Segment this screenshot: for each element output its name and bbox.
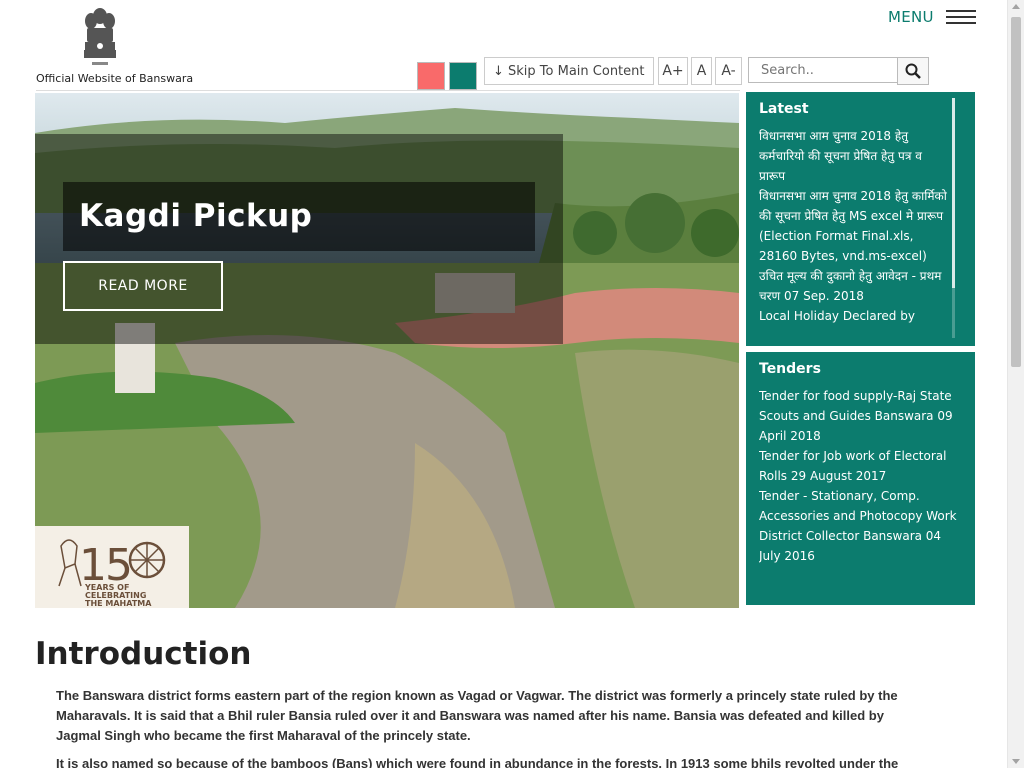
page-scrollbar[interactable] — [1007, 0, 1024, 768]
hamburger-icon — [945, 8, 976, 26]
tender-item[interactable]: Tender - Stationary, Comp. Accessories a… — [759, 486, 964, 566]
svg-text:THE MAHATMA: THE MAHATMA — [85, 599, 152, 608]
introduction-heading: Introduction — [35, 636, 252, 672]
search-input[interactable] — [748, 57, 898, 83]
latest-panel: Latest विधानसभा आम चुनाव 2018 हेतु कर्मच… — [746, 92, 975, 346]
menu-button[interactable]: MENU — [888, 8, 976, 26]
skip-to-main-content-button[interactable]: ↓ Skip To Main Content — [484, 57, 654, 85]
introduction-paragraph: It is also named so because of the bambo… — [56, 756, 899, 768]
theme-teal-swatch[interactable] — [449, 62, 477, 90]
search-icon — [905, 63, 921, 79]
tenders-list: Tender for food supply-Raj State Scouts … — [759, 386, 964, 566]
font-normal-button[interactable]: A — [691, 57, 712, 85]
search-button[interactable] — [897, 57, 929, 85]
header-divider — [36, 90, 740, 91]
tender-item[interactable]: Tender for Job work of Electoral Rolls 2… — [759, 446, 964, 486]
latest-item[interactable]: Local Holiday Declared by — [759, 306, 949, 326]
site-name: Official Website of Banswara — [36, 72, 194, 85]
tenders-heading: Tenders — [759, 361, 821, 377]
latest-item[interactable]: उचित मूल्य की दुकानो हेतु आवेदन - प्रथम … — [759, 266, 949, 306]
gandhi-150-badge[interactable]: 1 5 YEARS OF CELEBRATING THE MAHATMA — [35, 526, 189, 608]
scrollbar-thumb[interactable] — [1011, 17, 1021, 367]
hero-slider[interactable]: Kagdi Pickup READ MORE 1 5 YEARS OF CELE… — [35, 93, 739, 608]
introduction-paragraph: The Banswara district forms eastern part… — [56, 688, 898, 743]
latest-item[interactable]: विधानसभा आम चुनाव 2018 हेतु कार्मिको की … — [759, 186, 949, 266]
scroll-down-icon[interactable] — [1012, 759, 1020, 764]
tenders-panel: Tenders Tender for food supply-Raj State… — [746, 352, 975, 605]
font-increase-button[interactable]: A+ — [658, 57, 688, 85]
hero-title: Kagdi Pickup — [79, 198, 313, 234]
latest-scrollbar[interactable] — [952, 98, 955, 338]
read-more-button[interactable]: READ MORE — [63, 261, 223, 311]
gandhi-150-logo: 1 5 YEARS OF CELEBRATING THE MAHATMA — [58, 539, 166, 608]
latest-list: विधानसभा आम चुनाव 2018 हेतु कर्मचारियो क… — [759, 126, 949, 340]
national-emblem-icon — [84, 8, 116, 65]
font-decrease-button[interactable]: A- — [715, 57, 742, 85]
latest-heading: Latest — [759, 101, 809, 117]
latest-item[interactable]: विधानसभा आम चुनाव 2018 हेतु कर्मचारियो क… — [759, 126, 949, 186]
menu-label: MENU — [888, 8, 934, 26]
scroll-up-icon[interactable] — [1012, 4, 1020, 9]
tender-item[interactable]: Tender for food supply-Raj State Scouts … — [759, 386, 964, 446]
theme-red-swatch[interactable] — [417, 62, 445, 90]
